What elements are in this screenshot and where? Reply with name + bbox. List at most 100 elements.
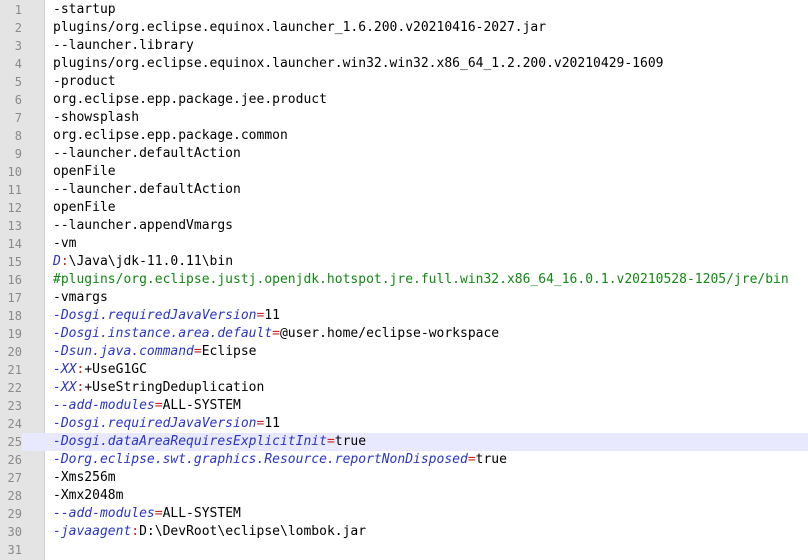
- line-text[interactable]: -showsplash: [53, 109, 139, 127]
- token-val: --launcher.defaultAction: [53, 182, 241, 197]
- token-val: +UseStringDeduplication: [84, 380, 265, 395]
- editor-lines[interactable]: 1 -startup 2 plugins/org.eclipse.equinox.la…: [0, 0, 808, 559]
- line-text[interactable]: --launcher.appendVmargs: [53, 217, 233, 235]
- token-val: D:\DevRoot\eclipse\lombok.jar: [139, 524, 367, 539]
- token-val: -vmargs: [53, 290, 108, 305]
- line-text[interactable]: -vm: [53, 235, 76, 253]
- editor-line[interactable]: 8 org.eclipse.epp.package.common: [0, 127, 808, 145]
- token-op: :: [60, 254, 69, 269]
- line-text[interactable]: -Dosgi.requiredJavaVersion=11: [53, 307, 280, 325]
- token-op: =: [154, 506, 163, 521]
- line-text[interactable]: --launcher.defaultAction: [53, 145, 241, 163]
- editor-line[interactable]: 17 -vmargs: [0, 289, 808, 307]
- token-val: -startup: [53, 2, 116, 17]
- line-number: 12: [7, 201, 22, 215]
- line-text[interactable]: -Dosgi.requiredJavaVersion=11: [53, 415, 280, 433]
- token-key: -XX: [53, 362, 77, 377]
- token-op: =: [272, 326, 280, 341]
- line-text[interactable]: -Xms256m: [53, 469, 116, 487]
- token-val: +UseG1GC: [84, 362, 147, 377]
- line-text[interactable]: --add-modules=ALL-SYSTEM: [53, 397, 241, 415]
- line-text[interactable]: -product: [53, 73, 116, 91]
- line-text[interactable]: openFile: [53, 163, 116, 181]
- token-val: ALL-SYSTEM: [162, 506, 241, 521]
- token-val: \Java\jdk-11.0.11\bin: [68, 254, 234, 269]
- editor-line[interactable]: 14 -vm: [0, 235, 808, 253]
- line-text[interactable]: org.eclipse.epp.package.jee.product: [53, 91, 327, 109]
- line-text[interactable]: -Dosgi.dataAreaRequiresExplicitInit=true: [53, 433, 366, 451]
- editor-line[interactable]: 13 --launcher.appendVmargs: [0, 217, 808, 235]
- line-text[interactable]: --add-modules=ALL-SYSTEM: [53, 505, 241, 523]
- editor-line[interactable]: 16 #plugins/org.eclipse.justj.openjdk.hot…: [0, 271, 808, 289]
- editor-line[interactable]: 30 -javaagent:D:\DevRoot\eclipse\lombok.j…: [0, 523, 808, 541]
- line-text[interactable]: -Dorg.eclipse.swt.graphics.Resource.repo…: [53, 451, 507, 469]
- editor-line[interactable]: 20 -Dsun.java.command=Eclipse: [0, 343, 808, 361]
- editor-line[interactable]: 9 --launcher.defaultAction: [0, 145, 808, 163]
- editor-line[interactable]: 24 -Dosgi.requiredJavaVersion=11: [0, 415, 808, 433]
- line-number: 14: [7, 237, 22, 251]
- line-number: 19: [7, 327, 22, 341]
- line-text[interactable]: D:\Java\jdk-11.0.11\bin: [53, 253, 233, 271]
- line-number: 8: [14, 129, 22, 143]
- line-number: 25: [0, 433, 22, 451]
- editor-line[interactable]: 7 -showsplash: [0, 109, 808, 127]
- line-text[interactable]: -XX:+UseStringDeduplication: [53, 379, 264, 397]
- editor-line[interactable]: 22 -XX:+UseStringDeduplication: [0, 379, 808, 397]
- editor-line[interactable]: 11 --launcher.defaultAction: [0, 181, 808, 199]
- editor-line-current[interactable]: 25 -Dosgi.dataAreaRequiresExplicitInit=tr…: [0, 433, 808, 451]
- token-op: =: [193, 344, 202, 359]
- line-number: 11: [7, 183, 22, 197]
- editor-line[interactable]: 10 openFile: [0, 163, 808, 181]
- line-number: 1: [14, 3, 22, 17]
- text-editor[interactable]: 1 -startup 2 plugins/org.eclipse.equinox.la…: [0, 0, 808, 560]
- line-text[interactable]: --launcher.library: [53, 37, 194, 55]
- editor-line[interactable]: 4 plugins/org.eclipse.equinox.launcher.wi…: [0, 55, 808, 73]
- token-key: --add-modules: [53, 506, 155, 521]
- line-text[interactable]: -startup: [53, 1, 116, 19]
- line-number: 13: [7, 219, 22, 233]
- token-val: openFile: [53, 200, 116, 215]
- line-number: 3: [14, 39, 22, 53]
- editor-line[interactable]: 21 -XX:+UseG1GC: [0, 361, 808, 379]
- line-text[interactable]: #plugins/org.eclipse.justj.openjdk.hotsp…: [53, 271, 789, 289]
- line-text[interactable]: org.eclipse.epp.package.common: [53, 127, 288, 145]
- line-text[interactable]: openFile: [53, 199, 116, 217]
- editor-line[interactable]: 28 -Xmx2048m: [0, 487, 808, 505]
- token-val: -product: [53, 74, 116, 89]
- token-op: =: [326, 434, 335, 449]
- editor-line[interactable]: 18 -Dosgi.requiredJavaVersion=11: [0, 307, 808, 325]
- line-text[interactable]: -Dsun.java.command=Eclipse: [53, 343, 257, 361]
- editor-line[interactable]: 29 --add-modules=ALL-SYSTEM: [0, 505, 808, 523]
- line-text[interactable]: -Xmx2048m: [53, 487, 123, 505]
- editor-line[interactable]: 23 --add-modules=ALL-SYSTEM: [0, 397, 808, 415]
- token-val: --launcher.defaultAction: [53, 146, 241, 161]
- line-number: 6: [14, 93, 22, 107]
- editor-line[interactable]: 26 -Dorg.eclipse.swt.graphics.Resource.re…: [0, 451, 808, 469]
- line-text[interactable]: plugins/org.eclipse.equinox.launcher.win…: [53, 55, 663, 73]
- line-number: 17: [7, 291, 22, 305]
- editor-line[interactable]: 27 -Xms256m: [0, 469, 808, 487]
- editor-line[interactable]: 2 plugins/org.eclipse.equinox.launcher_1.…: [0, 19, 808, 37]
- editor-line[interactable]: 19 -Dosgi.instance.area.default=@user.hom…: [0, 325, 808, 343]
- editor-line[interactable]: 31: [0, 541, 808, 559]
- token-val: plugins/org.eclipse.equinox.launcher.win…: [53, 56, 664, 71]
- editor-line[interactable]: 6 org.eclipse.epp.package.jee.product: [0, 91, 808, 109]
- token-val: --launcher.library: [53, 38, 194, 53]
- line-text[interactable]: -XX:+UseG1GC: [53, 361, 147, 379]
- line-text[interactable]: -javaagent:D:\DevRoot\eclipse\lombok.jar: [53, 523, 366, 541]
- line-text[interactable]: -Dosgi.instance.area.default=@user.home/…: [53, 325, 499, 343]
- line-number: 24: [7, 417, 22, 431]
- token-val: openFile: [53, 164, 116, 179]
- editor-line[interactable]: 1 -startup: [0, 1, 808, 19]
- editor-line[interactable]: 3 --launcher.library: [0, 37, 808, 55]
- token-val: true: [475, 452, 507, 467]
- token-op: =: [154, 398, 163, 413]
- editor-line[interactable]: 12 openFile: [0, 199, 808, 217]
- line-number: 26: [7, 453, 22, 467]
- editor-line[interactable]: 15 D:\Java\jdk-11.0.11\bin: [0, 253, 808, 271]
- line-number: 30: [7, 525, 22, 539]
- line-text[interactable]: --launcher.defaultAction: [53, 181, 241, 199]
- line-text[interactable]: -vmargs: [53, 289, 108, 307]
- editor-line[interactable]: 5 -product: [0, 73, 808, 91]
- line-text[interactable]: plugins/org.eclipse.equinox.launcher_1.6…: [53, 19, 546, 37]
